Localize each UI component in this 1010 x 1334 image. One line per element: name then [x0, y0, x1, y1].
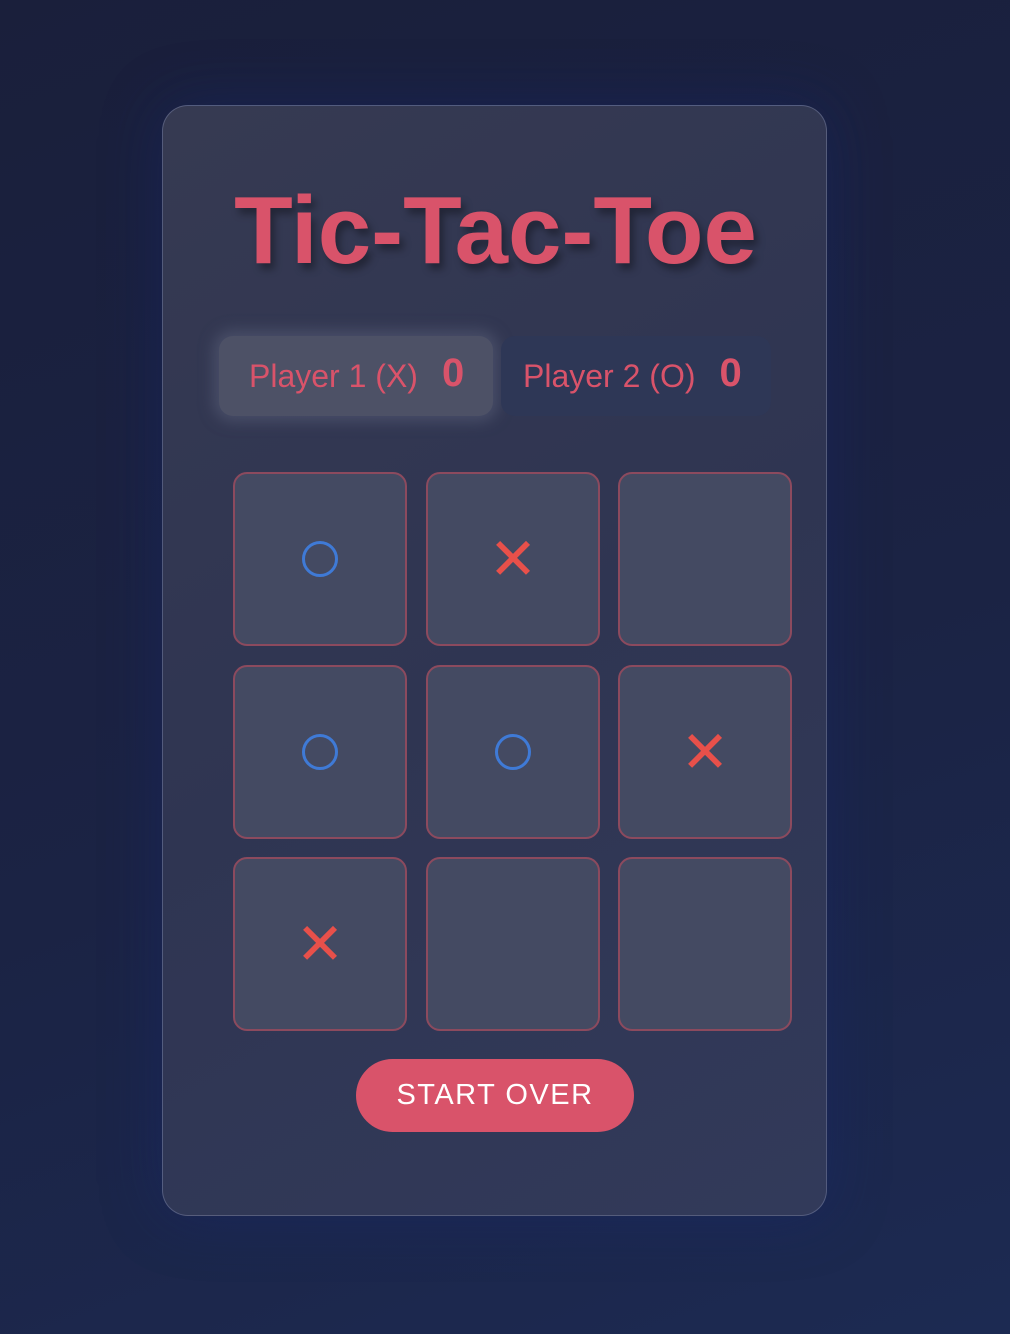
game-card: Tic-Tac-Toe Player 1 (X) 0 Player 2 (O) …	[162, 105, 827, 1216]
board-cell-1[interactable]	[233, 472, 407, 646]
x-mark-icon: ✕	[295, 910, 345, 978]
board-cell-9[interactable]	[618, 857, 792, 1031]
board-cell-3[interactable]	[618, 472, 792, 646]
board-cell-6[interactable]: ✕	[618, 665, 792, 839]
game-title: Tic-Tac-Toe	[234, 177, 757, 284]
o-mark-icon	[302, 541, 338, 577]
board-cell-2[interactable]: ✕	[426, 472, 600, 646]
board-cell-8[interactable]	[426, 857, 600, 1031]
player2-score-panel: Player 2 (O) 0	[501, 336, 771, 416]
x-mark-icon: ✕	[680, 718, 730, 786]
board-cell-5[interactable]	[426, 665, 600, 839]
board-cell-7[interactable]: ✕	[233, 857, 407, 1031]
o-mark-icon	[302, 734, 338, 770]
x-mark-icon: ✕	[488, 525, 538, 593]
player2-label: Player 2 (O)	[523, 357, 696, 394]
board-cell-4[interactable]	[233, 665, 407, 839]
start-over-button[interactable]: START OVER	[356, 1059, 634, 1132]
game-board: ✕ ✕ ✕	[233, 472, 793, 1032]
player1-label: Player 1 (X)	[249, 357, 418, 394]
o-mark-icon	[495, 734, 531, 770]
player2-score: 0	[719, 350, 742, 395]
player1-score: 0	[441, 350, 465, 395]
player1-score-panel: Player 1 (X) 0	[219, 336, 493, 416]
